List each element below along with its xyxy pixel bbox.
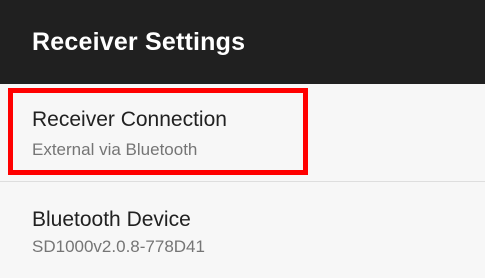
- preference-receiver-connection[interactable]: Receiver Connection External via Bluetoo…: [0, 84, 485, 182]
- preference-title: Receiver Connection: [32, 108, 227, 131]
- preference-summary: SD1000v2.0.8-778D41: [32, 237, 205, 256]
- app-bar: Receiver Settings: [0, 0, 485, 84]
- page-title: Receiver Settings: [32, 27, 246, 56]
- settings-screen: Receiver Settings Receiver Connection Ex…: [0, 0, 485, 278]
- preference-title: Bluetooth Device: [32, 208, 191, 231]
- preference-summary: External via Bluetooth: [32, 140, 198, 159]
- preference-bluetooth-device[interactable]: Bluetooth Device SD1000v2.0.8-778D41: [0, 183, 485, 278]
